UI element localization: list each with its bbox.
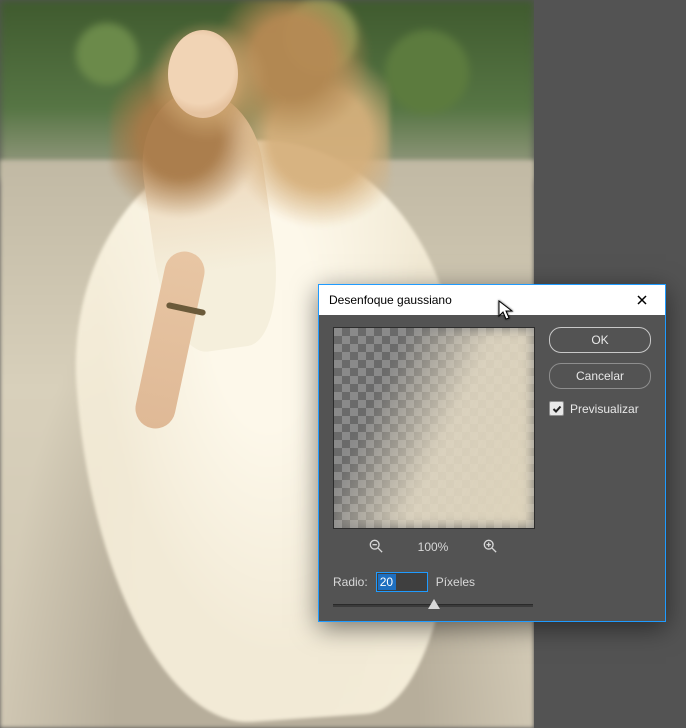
radius-input[interactable]: 20 [376, 572, 428, 592]
close-button[interactable] [627, 285, 657, 315]
check-icon [552, 404, 562, 414]
cancel-button[interactable]: Cancelar [549, 363, 651, 389]
ok-button-label: OK [591, 333, 608, 347]
dialog-titlebar[interactable]: Desenfoque gaussiano [319, 285, 665, 315]
close-icon [637, 295, 647, 305]
preview-checkbox-label: Previsualizar [570, 402, 639, 416]
radius-unit: Píxeles [436, 575, 475, 589]
ok-button[interactable]: OK [549, 327, 651, 353]
radius-value: 20 [378, 574, 396, 590]
radius-slider[interactable] [333, 597, 533, 613]
radius-label: Radio: [333, 575, 368, 589]
zoom-level: 100% [413, 540, 453, 554]
slider-thumb[interactable] [428, 599, 440, 609]
dialog-title: Desenfoque gaussiano [329, 293, 627, 307]
preview-content [334, 328, 534, 528]
zoom-in-button[interactable] [483, 539, 497, 556]
cancel-button-label: Cancelar [576, 369, 624, 383]
filter-preview[interactable] [333, 327, 535, 529]
preview-checkbox[interactable] [549, 401, 564, 416]
zoom-out-icon [369, 539, 383, 553]
zoom-in-icon [483, 539, 497, 553]
zoom-out-button[interactable] [369, 539, 383, 556]
gaussian-blur-dialog: Desenfoque gaussiano 100% Radio: 20 Píxe… [318, 284, 666, 622]
